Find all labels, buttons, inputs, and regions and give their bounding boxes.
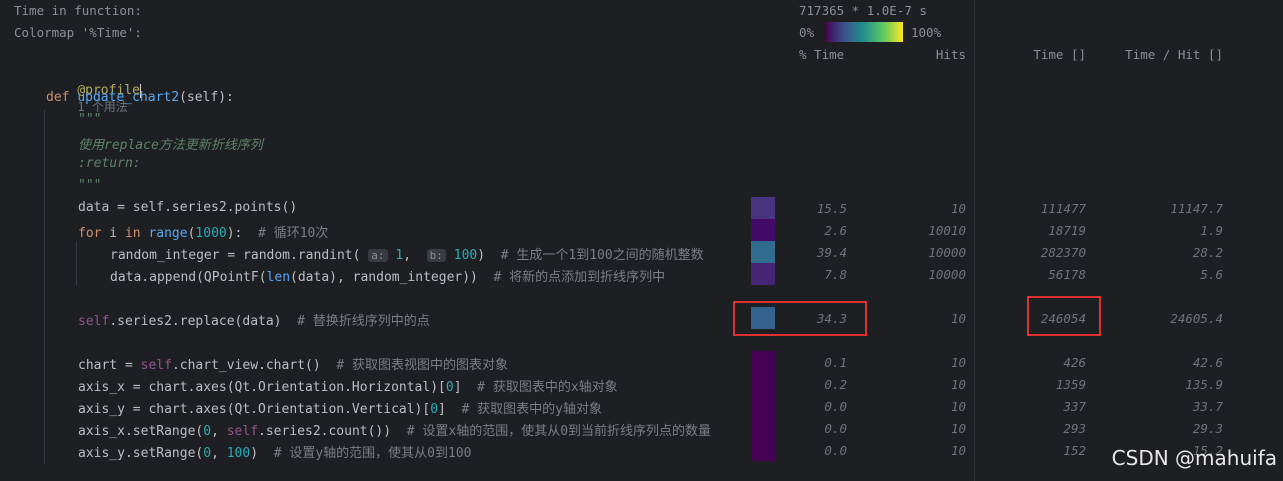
hits-value: 10000 [928, 245, 966, 260]
time-per-hit-value: 33.7 [1192, 399, 1223, 414]
colormap-gradient-bar [825, 22, 903, 42]
pct-time-value: 7.8 [824, 267, 847, 282]
time-value: 293 [1063, 421, 1086, 436]
time-value: 111477 [1040, 201, 1086, 216]
time-per-hit-value: 24605.4 [1170, 311, 1223, 326]
time-in-function-value: 717365 * 1.0E-7 s [799, 3, 927, 18]
panel-divider [974, 0, 975, 481]
hits-value: 10010 [928, 223, 966, 238]
hits-value: 10 [950, 399, 966, 414]
highlight-box-pct [733, 301, 867, 336]
pct-time-value: 0.1 [824, 355, 847, 370]
time-per-hit-value: 135.9 [1185, 377, 1223, 392]
time-per-hit-value: 5.6 [1200, 267, 1223, 282]
docstring-close: """ [78, 178, 102, 193]
docstring-open: """ [78, 112, 102, 127]
time-per-hit-value: 11147.7 [1170, 201, 1223, 216]
hits-value: 10000 [928, 267, 966, 282]
pct-time-value: 0.0 [824, 443, 847, 458]
column-header-hits[interactable]: Hits [876, 47, 966, 62]
code-line: for i in range(1000): # 循环10次 [78, 226, 329, 241]
time-per-hit-value: 29.3 [1192, 421, 1223, 436]
indent-guide-inner [76, 241, 77, 285]
code-line: axis_y.setRange(0, 100) # 设置y轴的范围，使其从0到1… [78, 446, 472, 461]
time-per-hit-value: 28.2 [1192, 245, 1223, 260]
time-value: 56178 [1048, 267, 1086, 282]
docstring-line-1: 使用replace方法更新折线序列 [78, 138, 263, 153]
pct-time-value: 0.0 [824, 399, 847, 414]
function-params: (self): [179, 90, 234, 105]
code-line: axis_x.setRange(0, self.series2.count())… [78, 424, 712, 439]
column-header-time[interactable]: Time [] [996, 47, 1086, 62]
time-per-hit-value: 1.9 [1200, 223, 1223, 238]
hits-value: 10 [950, 377, 966, 392]
code-line: random_integer = random.randint( a: 1, b… [110, 248, 704, 263]
colormap-max-label: 100% [911, 25, 942, 40]
code-line: axis_x = chart.axes(Qt.Orientation.Horiz… [78, 380, 618, 395]
def-keyword: def [46, 90, 70, 105]
pct-time-value: 39.4 [816, 245, 847, 260]
function-name[interactable]: update_chart2 [77, 90, 179, 105]
indent-guide [44, 110, 45, 464]
time-per-hit-value: 42.6 [1192, 355, 1223, 370]
param-hint-b: b: [426, 249, 446, 262]
param-hint-a: a: [368, 249, 388, 262]
def-line: def update_chart2(self): [46, 90, 234, 105]
hits-value: 10 [950, 311, 966, 326]
code-line: chart = self.chart_view.chart() # 获取图表视图… [78, 358, 508, 373]
hits-value: 10 [950, 355, 966, 370]
watermark: CSDN @mahuifa [1111, 446, 1277, 470]
time-value: 152 [1063, 443, 1086, 458]
hits-value: 10 [950, 443, 966, 458]
time-in-function-label: Time in function: [14, 3, 142, 18]
column-header-pct-time[interactable]: % Time [799, 47, 844, 62]
time-value: 18719 [1048, 223, 1086, 238]
hits-value: 10 [950, 421, 966, 436]
code-line: data = self.series2.points() [78, 200, 298, 215]
colormap-min-label: 0% [799, 25, 815, 40]
pct-time-value: 0.0 [824, 421, 847, 436]
time-value: 1359 [1055, 377, 1086, 392]
time-value: 426 [1063, 355, 1086, 370]
time-value: 282370 [1040, 245, 1086, 260]
pct-time-value: 0.2 [824, 377, 847, 392]
pct-time-value: 15.5 [816, 201, 847, 216]
column-header-time-per-hit[interactable]: Time / Hit [] [1103, 47, 1223, 62]
code-line: data.append(QPointF(len(data), random_in… [110, 270, 666, 285]
docstring-return: :return: [78, 156, 141, 171]
hits-value: 10 [950, 201, 966, 216]
highlight-box-time [1027, 296, 1101, 336]
colormap-label: Colormap '%Time': [14, 25, 142, 40]
code-line: axis_y = chart.axes(Qt.Orientation.Verti… [78, 402, 602, 417]
code-line: self.series2.replace(data) # 替换折线序列中的点 [78, 314, 430, 329]
time-value: 337 [1063, 399, 1086, 414]
pct-time-value: 2.6 [824, 223, 847, 238]
